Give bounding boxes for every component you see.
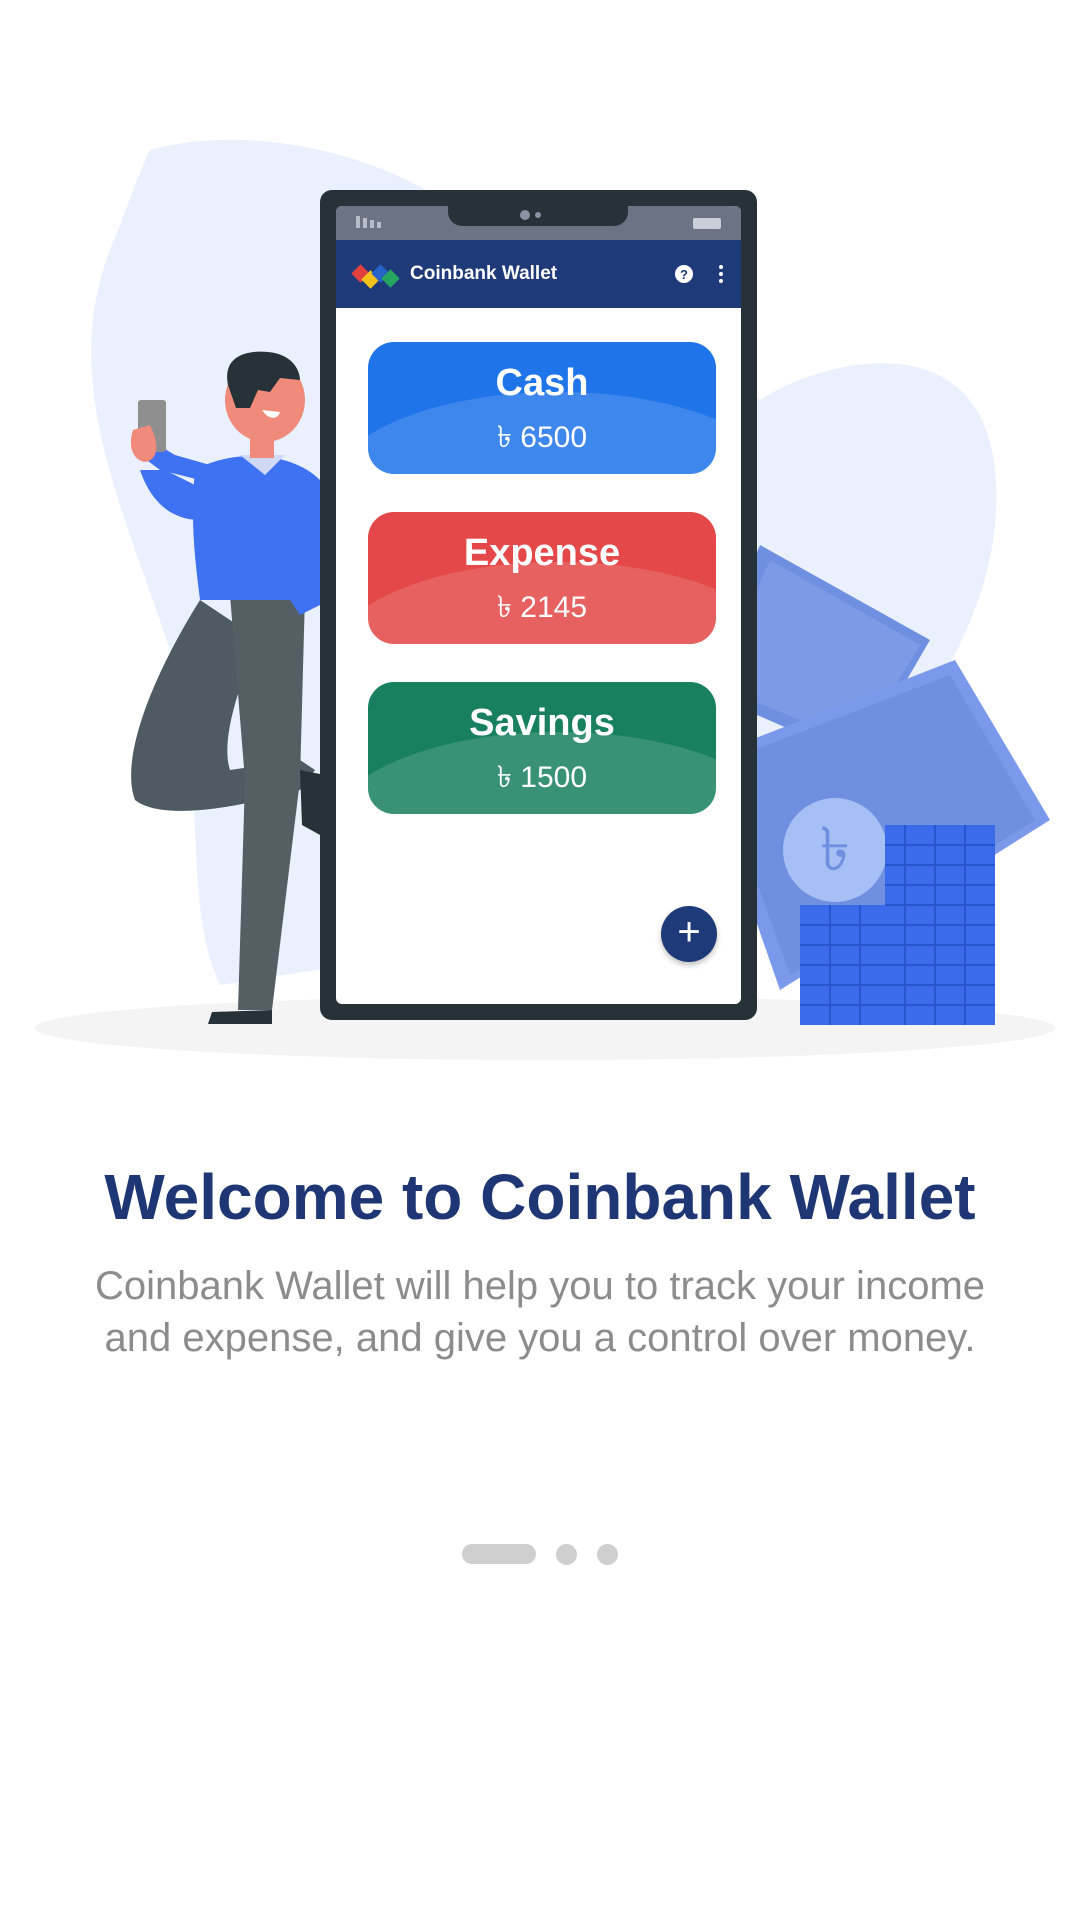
onboarding-screen: ৳ Coinbank Wallet ? Cash ৳ 6500 Expense …: [0, 0, 1080, 1920]
savings-card[interactable]: Savings ৳ 1500: [368, 682, 716, 814]
card-label: Expense: [463, 532, 621, 574]
add-button[interactable]: +: [661, 906, 717, 962]
card-label: Cash: [495, 362, 589, 404]
logo-icon: [351, 263, 400, 289]
svg-text:৳: ৳: [820, 815, 850, 885]
card-amount: ৳ 2145: [496, 591, 587, 624]
app-bar: Coinbank Wallet ?: [336, 240, 741, 308]
phone-screen: Coinbank Wallet ? Cash ৳ 6500 Expense ৳ …: [336, 206, 741, 1004]
signal-icon: [356, 216, 381, 228]
help-icon[interactable]: ?: [675, 265, 693, 283]
page-description: Coinbank Wallet will help you to track y…: [94, 1264, 986, 1360]
expense-card[interactable]: Expense ৳ 2145: [368, 512, 716, 644]
card-amount: ৳ 1500: [496, 761, 587, 794]
plus-icon: +: [677, 910, 701, 954]
card-amount: ৳ 6500: [496, 421, 587, 454]
app-title: Coinbank Wallet: [410, 263, 558, 284]
page-indicator-dot[interactable]: [556, 1543, 577, 1565]
page-indicator: [0, 1543, 1080, 1565]
cash-card[interactable]: Cash ৳ 6500: [368, 342, 716, 474]
battery-icon: [693, 218, 721, 229]
page-indicator-active[interactable]: [462, 1544, 536, 1564]
page-indicator-dot[interactable]: [597, 1543, 618, 1565]
status-bar: [336, 206, 741, 240]
phone-notch: [448, 206, 628, 226]
phone-mockup: Coinbank Wallet ? Cash ৳ 6500 Expense ৳ …: [320, 190, 757, 1020]
page-title: Welcome to Coinbank Wallet: [104, 1161, 976, 1233]
card-label: Savings: [469, 702, 615, 744]
more-vert-icon[interactable]: [711, 265, 731, 283]
